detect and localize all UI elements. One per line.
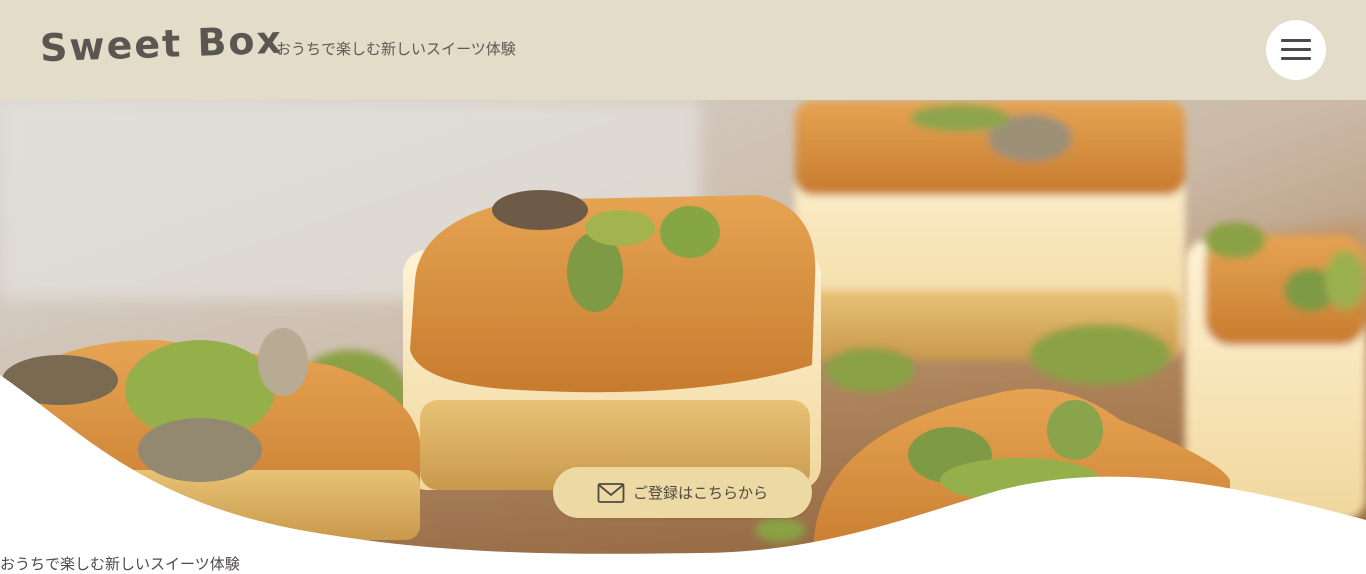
menu-line-icon	[1281, 57, 1311, 60]
intro-text: おうちで楽しむ新しいスイーツ体験	[0, 555, 240, 573]
menu-line-icon	[1281, 39, 1311, 42]
envelope-icon	[597, 482, 625, 504]
header-tagline: おうちで楽しむ新しいスイーツ体験	[276, 40, 516, 58]
register-button-label: ご登録はこちらから	[632, 484, 768, 502]
menu-line-icon	[1281, 48, 1311, 51]
hamburger-menu-button[interactable]	[1266, 20, 1326, 80]
site-logo[interactable]: Sweet Box	[39, 18, 283, 70]
site-header: Sweet Box おうちで楽しむ新しいスイーツ体験	[0, 0, 1366, 100]
register-button[interactable]: ご登録はこちらから	[553, 467, 812, 518]
